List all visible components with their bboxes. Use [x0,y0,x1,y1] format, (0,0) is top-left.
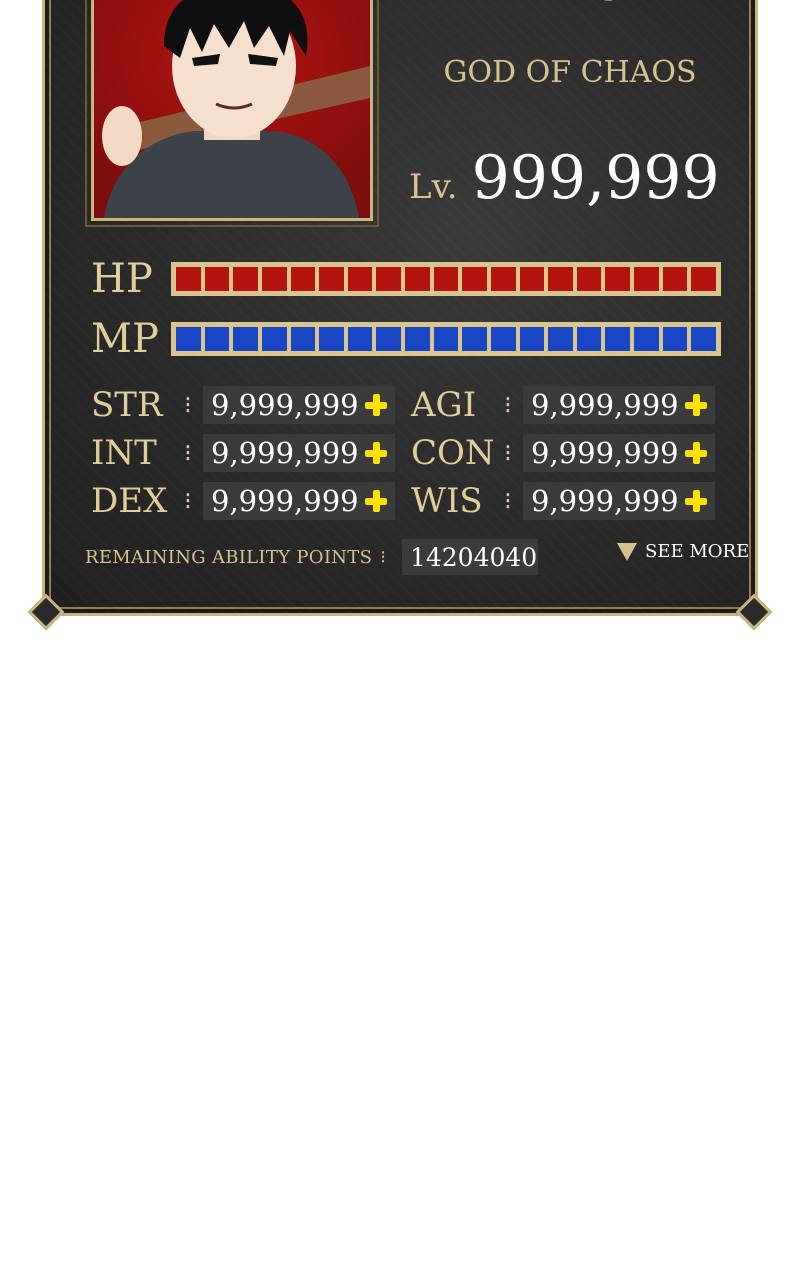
level-display: Lv. 999,999 [409,143,749,213]
bar-segment [290,327,316,351]
stat-dex-value: 9,999,999 [211,484,359,518]
status-window: PEACE GOD OF CHAOS Lv. 999,999 HP MP STR… [27,0,773,631]
bar-segment [176,327,201,351]
bar-segment [605,267,630,291]
frame-corner-left [27,593,65,631]
level-value: 999,999 [471,143,720,213]
stat-int-label: INT [91,433,157,473]
bar-segment [204,267,230,291]
stat-agi-value: 9,999,999 [531,388,679,422]
bar-segment [519,267,545,291]
bar-segment [634,267,659,291]
remaining-points: REMAINING ABILITY POINTS ⁝ 14204040 [85,539,538,575]
mp-row: MP [91,316,721,362]
bar-segment [376,327,401,351]
bar-segment [433,267,459,291]
plus-icon[interactable] [363,440,389,466]
mp-label: MP [91,316,159,362]
bar-segment [490,327,516,351]
stat-str-box: 9,999,999 [203,386,395,424]
colon-dots-icon: ⁝ [504,487,512,515]
bar-segment [376,267,401,291]
colon-dots-icon: ⁝ [380,546,386,568]
stat-dex-label: DEX [91,481,168,521]
colon-dots-icon: ⁝ [504,391,512,419]
bar-segment [319,267,344,291]
stat-wis-value: 9,999,999 [531,484,679,518]
bar-segment [519,327,545,351]
bar-segment [691,267,716,291]
colon-dots-icon: ⁝ [184,439,192,467]
stat-con-box: 9,999,999 [523,434,715,472]
plus-icon[interactable] [683,440,709,466]
stat-agi: AGI ⁝ 9,999,999 [411,385,715,425]
stat-int: INT ⁝ 9,999,999 [91,433,395,473]
mp-bar [171,322,721,356]
bar-segment [462,267,487,291]
see-more-button[interactable]: SEE MORE [617,541,749,562]
bar-segment [576,267,602,291]
stat-dex: DEX ⁝ 9,999,999 [91,481,395,521]
bar-segment [691,327,716,351]
hp-label: HP [91,256,153,302]
bar-segment [548,327,573,351]
bar-segment [662,267,688,291]
hp-bar [171,262,721,296]
stat-agi-box: 9,999,999 [523,386,715,424]
bar-segment [233,267,258,291]
stat-wis-label: WIS [411,481,483,521]
stat-str-value: 9,999,999 [211,388,359,422]
stat-con-label: CON [411,433,495,473]
remaining-points-value: 14204040 [401,539,538,575]
stat-wis-box: 9,999,999 [523,482,715,520]
stat-str: STR ⁝ 9,999,999 [91,385,395,425]
stat-wis: WIS ⁝ 9,999,999 [411,481,715,521]
character-name: PEACE [405,0,735,13]
frame-corner-right [735,593,773,631]
bar-segment [347,267,373,291]
bar-segment [233,327,258,351]
level-label: Lv. [409,167,458,207]
bar-segment [204,327,230,351]
plus-icon[interactable] [683,392,709,418]
plus-icon[interactable] [363,392,389,418]
hp-row: HP [91,256,721,302]
bar-segment [405,327,430,351]
stat-agi-label: AGI [411,385,477,425]
see-more-label: SEE MORE [645,541,750,562]
character-portrait [85,0,379,227]
colon-dots-icon: ⁝ [504,439,512,467]
stat-str-label: STR [91,385,163,425]
bar-segment [261,267,287,291]
bar-segment [662,327,688,351]
bar-segment [634,327,659,351]
bar-segment [433,327,459,351]
stat-int-value: 9,999,999 [211,436,359,470]
stat-int-box: 9,999,999 [203,434,395,472]
character-title: GOD OF CHAOS [443,55,697,90]
bar-segment [576,327,602,351]
bar-segment [347,327,373,351]
bar-segment [261,327,287,351]
bar-segment [405,267,430,291]
plus-icon[interactable] [363,488,389,514]
bar-segment [176,267,201,291]
bar-segment [319,327,344,351]
triangle-down-icon [617,542,637,561]
remaining-points-label: REMAINING ABILITY POINTS [85,546,373,568]
bar-segment [290,267,316,291]
colon-dots-icon: ⁝ [184,391,192,419]
bar-segment [548,267,573,291]
stat-dex-box: 9,999,999 [203,482,395,520]
plus-icon[interactable] [683,488,709,514]
colon-dots-icon: ⁝ [184,487,192,515]
bar-segment [462,327,487,351]
stat-con-value: 9,999,999 [531,436,679,470]
stat-con: CON ⁝ 9,999,999 [411,433,715,473]
bar-segment [490,267,516,291]
bar-segment [605,327,630,351]
